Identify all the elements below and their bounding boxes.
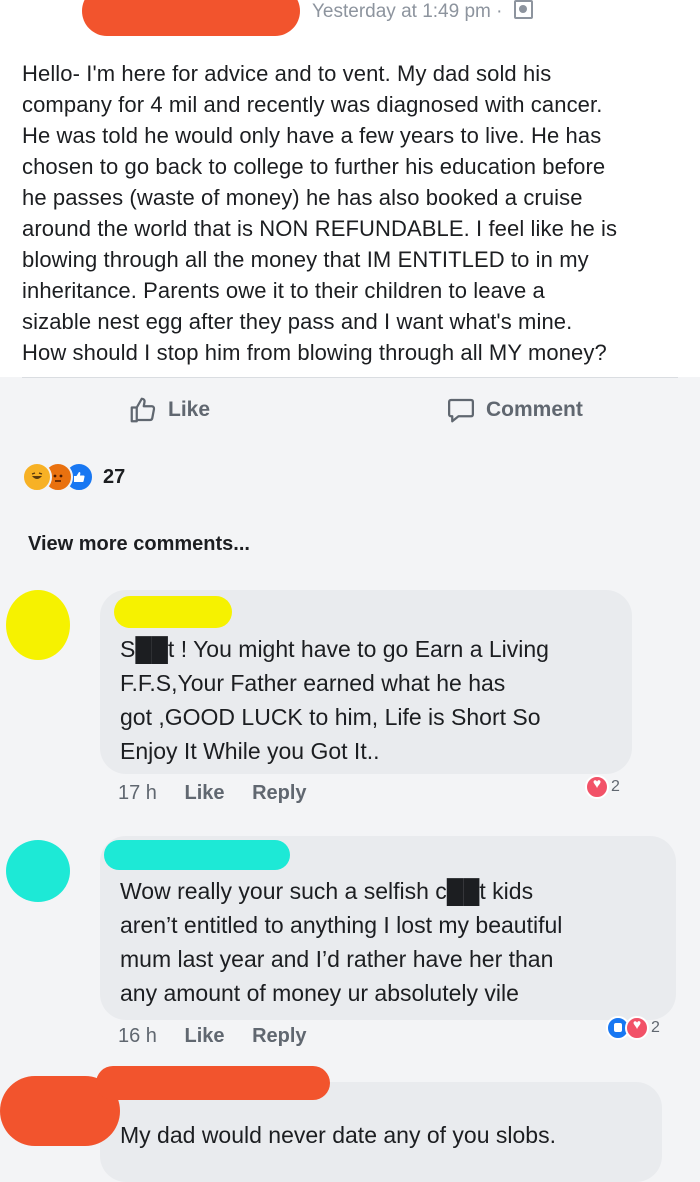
speech-bubble-icon — [448, 398, 474, 423]
post-text-line: blowing through all the money that IM EN… — [22, 247, 589, 272]
comment-reaction-count: 2 — [651, 1019, 660, 1036]
meta-separator: · — [496, 1, 503, 22]
redacted-avatar — [6, 840, 70, 902]
redacted-commenter-name — [104, 840, 290, 870]
comment-line: Enjoy It While you Got It.. — [120, 738, 380, 764]
love-reaction-icon — [625, 1016, 649, 1040]
redacted-commenter-name — [96, 1066, 330, 1100]
redacted-commenter-name — [114, 596, 232, 628]
comment-line: My dad would never date any of you slobs… — [120, 1122, 556, 1148]
comment-like-button[interactable]: Like — [185, 1025, 225, 1047]
comment-line: F.F.S,Your Father earned what he has — [120, 670, 506, 696]
thumbs-up-icon — [130, 397, 156, 423]
comment-text: Wow really your such a selfish c██t kids… — [120, 874, 562, 1010]
comment-like-button[interactable]: Like — [185, 782, 225, 804]
post-text-line: around the world that is NON REFUNDABLE.… — [22, 216, 618, 241]
comment-time[interactable]: 17 h — [118, 782, 157, 804]
comment-line: mum last year and I’d rather have her th… — [120, 946, 554, 972]
comment-button[interactable]: Comment — [446, 392, 583, 428]
like-button[interactable]: Like — [128, 392, 210, 428]
friends-icon[interactable] — [513, 0, 533, 19]
post-text-line: inheritance. Parents owe it to their chi… — [22, 278, 545, 303]
reaction-count: 27 — [103, 465, 126, 488]
comment-reactions[interactable]: 2 — [606, 1016, 660, 1040]
post-text-line: company for 4 mil and recently was diagn… — [22, 92, 603, 117]
comment-line: any amount of money ur absolutely vile — [120, 980, 519, 1006]
comment-line: aren’t entitled to anything I lost my be… — [120, 912, 563, 938]
haha-reaction-icon — [22, 462, 52, 492]
post-card: Yesterday at 1:49 pm · Hello- I'm here f… — [0, 0, 700, 377]
reaction-summary[interactable]: 27 — [22, 462, 125, 492]
comment-time[interactable]: 16 h — [118, 1025, 157, 1047]
comment-meta: 16 h Like Reply — [118, 1025, 329, 1048]
post-text-line: chosen to go back to college to further … — [22, 154, 606, 179]
redacted-profile-name — [82, 0, 300, 36]
post-text-line: Hello- I'm here for advice and to vent. … — [22, 61, 552, 86]
comment-meta: 17 h Like Reply — [118, 782, 329, 805]
post-text-line: He was told he would only have a few yea… — [22, 123, 602, 148]
post-text-line: How should I stop him from blowing throu… — [22, 340, 607, 365]
love-reaction-icon — [585, 775, 609, 799]
comment-line: Wow really your such a selfish c██t kids — [120, 878, 534, 904]
comment-line: S██t ! You might have to go Earn a Livin… — [120, 636, 549, 662]
post-timestamp[interactable]: Yesterday at 1:49 pm — [312, 1, 491, 22]
comment-reaction-count: 2 — [611, 778, 620, 795]
post-meta: Yesterday at 1:49 pm · — [312, 0, 533, 26]
like-label: Like — [168, 398, 211, 421]
post-body: Hello- I'm here for advice and to vent. … — [22, 58, 692, 368]
view-more-comments[interactable]: View more comments... — [28, 533, 250, 556]
comment-reply-button[interactable]: Reply — [252, 1025, 306, 1047]
comment-text: My dad would never date any of you slobs… — [120, 1118, 556, 1152]
post-divider — [22, 377, 678, 378]
comment-line: got ,GOOD LUCK to him, Life is Short So — [120, 704, 541, 730]
comment-text: S██t ! You might have to go Earn a Livin… — [120, 632, 549, 768]
post-text-line: sizable nest egg after they pass and I w… — [22, 309, 573, 334]
comment-label: Comment — [486, 398, 583, 421]
post-text-line: he passes (waste of money) he has also b… — [22, 185, 583, 210]
redacted-avatar — [6, 590, 70, 660]
comment-reactions[interactable]: 2 — [585, 775, 620, 799]
comment-reply-button[interactable]: Reply — [252, 782, 306, 804]
